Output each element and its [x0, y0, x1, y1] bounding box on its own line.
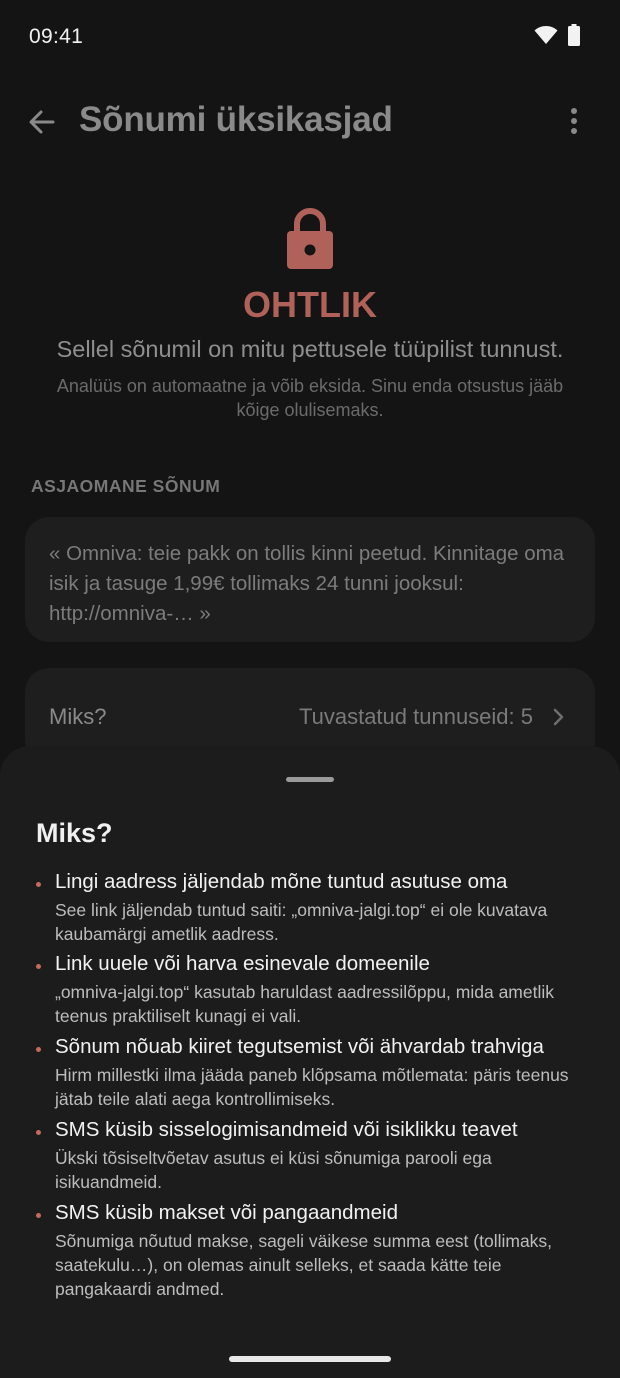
- battery-icon: [568, 24, 580, 46]
- reason-description: Ükski tõsiseltvõetav asutus ei küsi sõnu…: [55, 1148, 492, 1192]
- why-label: Miks?: [49, 704, 107, 729]
- reason-title: SMS küsib makset või pangaandmeid: [55, 1201, 398, 1224]
- lock-icon: [287, 208, 333, 269]
- reason-title: SMS küsib sisselogimisandmeid või isikli…: [55, 1118, 518, 1141]
- reason-description: Hirm millestki ilma jääda paneb klõpsama…: [55, 1065, 569, 1109]
- reason-title: Sõnum nõuab kiiret tegutsemist või ähvar…: [55, 1035, 544, 1058]
- bullet-icon: [36, 882, 41, 887]
- status-icons: [534, 24, 580, 46]
- sheet-title: Miks?: [36, 818, 113, 848]
- chevron-right-icon: [553, 708, 564, 726]
- reason-title: Link uuele või harva esinevale domeenile: [55, 952, 430, 975]
- detected-count: Tuvastatud tunnuseid: 5: [298, 704, 533, 729]
- reason-description: Sõnumiga nõutud makse, sageli väikese su…: [55, 1231, 553, 1299]
- verdict-summary: Sellel sõnumil on mitu pettusele tüüpili…: [56, 336, 564, 362]
- section-label-message: ASJAOMANE SÕNUM: [31, 476, 221, 496]
- more-options-icon[interactable]: [568, 106, 580, 138]
- bottom-sheet: Miks? Lingi aadress jäljendab mõne tuntu…: [0, 746, 620, 1378]
- reason-title: Lingi aadress jäljendab mõne tuntud asut…: [55, 870, 508, 893]
- bullet-icon: [36, 964, 41, 969]
- page-title: Sõnumi üksikasjad: [79, 100, 393, 139]
- bullet-icon: [36, 1213, 41, 1218]
- status-bar: 09:41: [0, 0, 620, 76]
- app-bar: Sõnumi üksikasjad: [0, 90, 620, 154]
- verdict-disclaimer: Analüüs on automaatne ja võib eksida. Si…: [56, 376, 564, 420]
- reason-description: „omniva-jalgi.top“ kasutab haruldast aad…: [55, 982, 554, 1026]
- wifi-icon: [534, 26, 558, 44]
- message-text: « Omniva: teie pakk on tollis kinni peet…: [49, 542, 565, 625]
- bullet-icon: [36, 1047, 41, 1052]
- status-time: 09:41: [29, 25, 84, 48]
- back-arrow-icon[interactable]: [26, 106, 58, 138]
- home-indicator[interactable]: [229, 1356, 391, 1362]
- verdict-label: OHTLIK: [243, 284, 377, 325]
- drag-handle[interactable]: [286, 777, 334, 782]
- message-card: « Omniva: teie pakk on tollis kinni peet…: [25, 517, 595, 642]
- reason-description: See link jäljendab tuntud saiti: „omniva…: [55, 900, 548, 944]
- bullet-icon: [36, 1130, 41, 1135]
